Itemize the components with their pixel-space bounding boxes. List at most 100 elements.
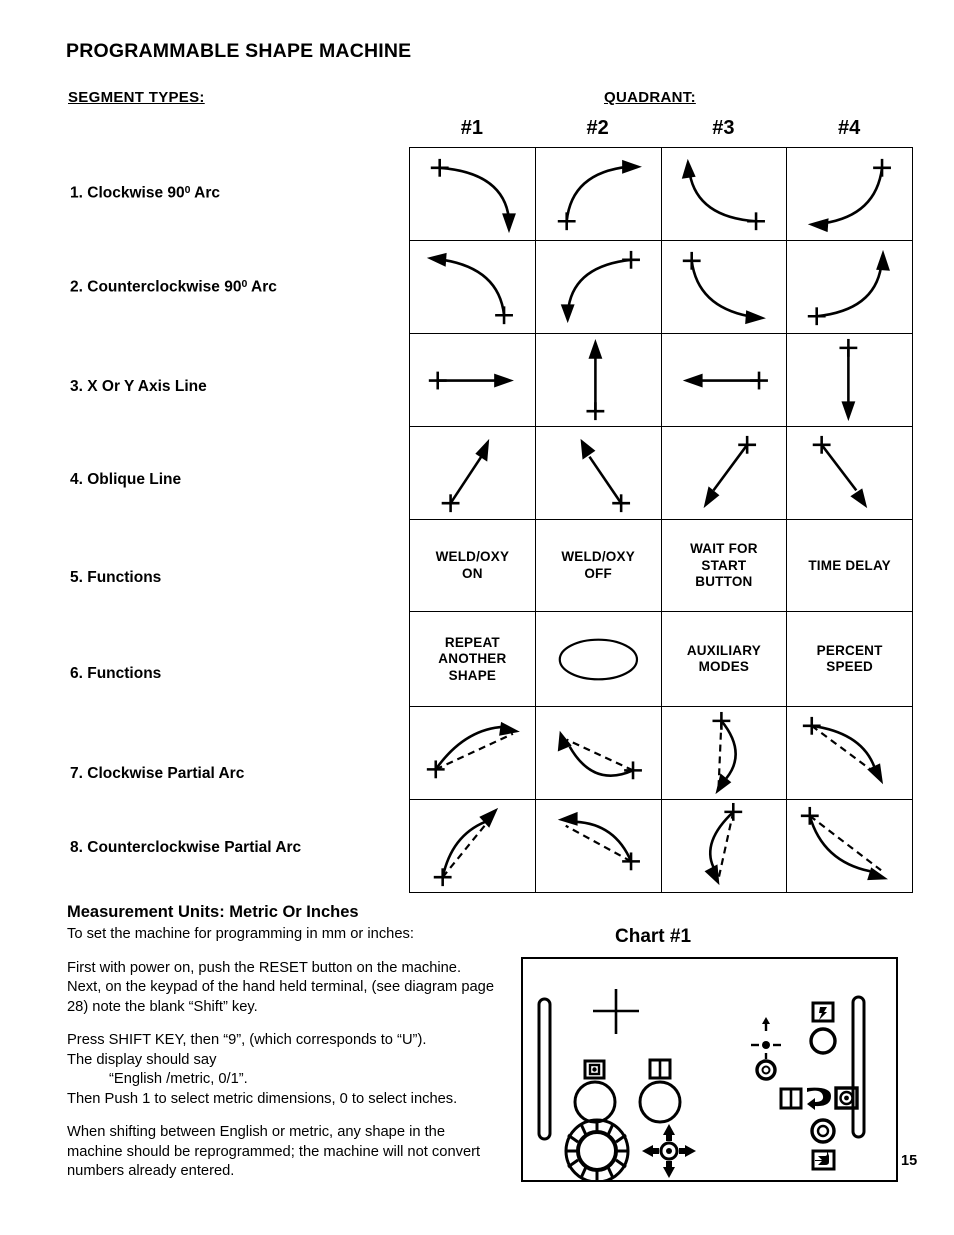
measurement-instructions: To set the machine for programming in mm…: [67, 925, 497, 1182]
partial-cw-q1-icon: [426, 722, 520, 779]
round-button-left-icon: [573, 1080, 617, 1124]
cell-arc-ccw-q2: [534, 240, 662, 335]
shift-line-2: The display should say: [67, 1051, 217, 1068]
partial-cw-q4-icon: [803, 717, 884, 785]
arc-cw-q4-icon: [808, 158, 892, 233]
oblique-up-right-icon: [441, 439, 490, 513]
chart-caption: Chart #1: [615, 926, 692, 947]
segment-types-chart: WELD/OXY ON WELD/OXY OFF WAIT FOR START …: [409, 146, 913, 894]
segment-label-7: 7. Clockwise Partial Arc: [70, 765, 245, 782]
cell-function-repeat-another-shape: REPEAT ANOTHER SHAPE: [409, 611, 536, 708]
cell-arc-ccw-q4: [786, 240, 913, 335]
cell-arc-cw-q4: [786, 146, 913, 242]
display-text: “English /metric, 0/1”.: [109, 1071, 248, 1088]
split-square-button-icon: [648, 1058, 672, 1080]
arc-ccw-q2-icon: [560, 250, 640, 324]
intro-paragraph: To set the machine for programming in mm…: [67, 926, 414, 942]
chart-row-functions-1: WELD/OXY ON WELD/OXY OFF WAIT FOR START …: [409, 519, 913, 613]
flag-square-icon: [811, 1001, 835, 1023]
cell-partial-cw-q2: [534, 706, 662, 801]
cell-function-wait-for-start-button: WAIT FOR START BUTTON: [660, 519, 788, 613]
function-label: WAIT FOR START BUTTON: [690, 541, 758, 589]
segment-label-8: 8. Counterclockwise Partial Arc: [70, 839, 302, 856]
chart-row-functions-2: REPEAT ANOTHER SHAPE AUXILIARY MODES PER…: [409, 611, 913, 708]
vertical-slot-left-icon: [537, 997, 552, 1141]
function-label: AUXILIARY MODES: [686, 642, 761, 675]
quadrant-header-3: #3: [712, 117, 735, 139]
cell-line-up: [534, 333, 662, 428]
chart-row-oblique-line: [409, 426, 913, 521]
cell-arc-ccw-q3: [660, 240, 788, 335]
cell-oblique-down-left: [660, 426, 788, 521]
arc-ccw-q1-icon: [426, 252, 513, 325]
measurement-units-heading: Measurement Units: Metric Or Inches: [67, 903, 359, 921]
hook-arrow-icon: [807, 1087, 831, 1110]
partial-cw-q2-icon: [557, 731, 642, 780]
quadrant-header-4: #4: [838, 117, 861, 139]
round-button-center-icon: [638, 1080, 682, 1124]
ellipse-blank-icon: [558, 638, 638, 681]
vertical-slot-right-icon: [851, 995, 866, 1139]
quadrant-header-2: #2: [586, 117, 609, 139]
segment-label-4: 4. Oblique Line: [70, 471, 182, 488]
cell-partial-ccw-q1: [409, 799, 536, 894]
cell-function-weld-oxy-off: WELD/OXY OFF: [534, 519, 662, 613]
segment-types-heading: SEGMENT TYPES:: [68, 89, 205, 106]
chart-row-axis-line: [409, 333, 913, 428]
crosshair-dashed-marker-icon: [751, 1017, 781, 1059]
cell-arc-cw-q3: [660, 146, 788, 242]
quadrant-header-row: #1 #2 #3 #4: [409, 117, 912, 147]
segment-label-2: 2. Counterclockwise 900 Arc: [70, 278, 277, 296]
line-right-icon: [428, 371, 514, 390]
segment-label-3: 3. X Or Y Axis Line: [70, 378, 207, 395]
control-panel-diagram: [537, 989, 866, 1184]
cell-function-weld-oxy-on: WELD/OXY ON: [409, 519, 536, 613]
cell-line-down: [786, 333, 913, 428]
four-way-joypad-icon: [642, 1124, 696, 1178]
arc-ccw-q4-icon: [808, 249, 891, 326]
oblique-down-left-icon: [703, 436, 756, 509]
shift-line-4: Then Push 1 to select metric dimensions,…: [67, 1090, 458, 1107]
segment-label-6: 6. Functions: [70, 665, 162, 682]
function-label: TIME DELAY: [808, 557, 891, 573]
shift-key-paragraph: Press SHIFT KEY, then “9”, (which corres…: [67, 1031, 497, 1109]
arc-cw-q2-icon: [557, 159, 642, 231]
partial-ccw-q3-icon: [704, 803, 742, 886]
segment-label-5: 5. Functions: [70, 569, 162, 586]
reprogram-paragraph: When shifting between English or metric,…: [67, 1124, 481, 1180]
line-up-icon: [586, 339, 605, 421]
chart-row-clockwise-partial-arc: [409, 706, 913, 801]
function-label: WELD/OXY ON: [435, 549, 510, 581]
partial-ccw-q4-icon: [801, 807, 889, 881]
ring-button-lower-icon: [810, 1118, 836, 1144]
quadrant-header-1: #1: [460, 117, 483, 139]
round-button-right-top-icon: [809, 1027, 837, 1055]
partial-cw-q3-icon: [711, 712, 737, 795]
cell-function-blank-ellipse: [534, 611, 662, 708]
cell-partial-ccw-q2: [534, 799, 662, 894]
cell-partial-cw-q4: [786, 706, 913, 801]
cell-partial-cw-q3: [660, 706, 788, 801]
cell-line-right: [409, 333, 536, 428]
cell-partial-ccw-q4: [786, 799, 913, 894]
cell-oblique-up-right: [409, 426, 536, 521]
oblique-down-right-icon: [812, 436, 868, 509]
cell-arc-ccw-q1: [409, 240, 536, 335]
cell-function-auxiliary-modes: AUXILIARY MODES: [660, 611, 788, 708]
cell-arc-cw-q1: [409, 146, 536, 242]
segment-label-1: 1. Clockwise 900 Arc: [70, 184, 221, 202]
knurled-rotary-dial-icon: [564, 1118, 630, 1184]
split-square-icon-right: [779, 1087, 803, 1110]
partial-ccw-q1-icon: [433, 808, 499, 887]
machine-control-panel: [521, 957, 898, 1184]
arc-cw-q3-icon: [681, 158, 765, 231]
cell-partial-ccw-q3: [660, 799, 788, 894]
return-arrow-square-icon: [811, 1149, 836, 1171]
cell-partial-cw-q1: [409, 706, 536, 801]
cell-function-time-delay: TIME DELAY: [786, 519, 913, 613]
line-down-icon: [839, 339, 858, 422]
page-number: 15: [901, 1153, 918, 1169]
function-label: REPEAT ANOTHER SHAPE: [438, 634, 507, 683]
line-left-icon: [682, 371, 768, 390]
partial-ccw-q2-icon: [557, 812, 640, 871]
